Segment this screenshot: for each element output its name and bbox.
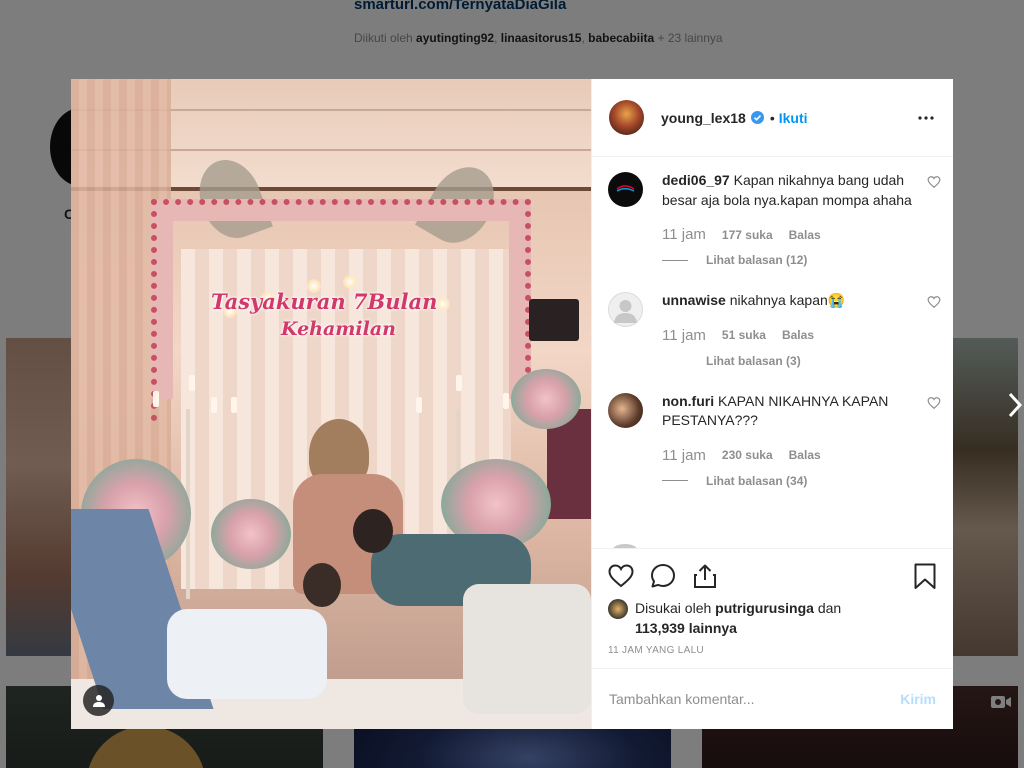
comment-username[interactable]: dedi06_97	[662, 172, 730, 188]
like-heart-icon[interactable]	[608, 564, 634, 588]
comment-time[interactable]: 11 jam	[662, 226, 706, 243]
comment-username[interactable]: unnawise	[662, 292, 726, 308]
like-comment-heart-icon[interactable]	[927, 295, 941, 309]
likes-count[interactable]: 113,939 lainnya	[635, 620, 737, 636]
comment-time[interactable]: 11 jam	[662, 447, 706, 464]
likes-summary: Disukai oleh putrigurusinga dan 113,939 …	[608, 599, 937, 638]
bookmark-icon[interactable]	[913, 563, 937, 590]
author-username[interactable]: young_lex18	[661, 110, 746, 126]
comment-item: dedi06_97 Kapan nikahnya bang udah besar…	[608, 171, 953, 267]
post-comment-button[interactable]: Kirim	[900, 691, 936, 707]
next-post-arrow-icon[interactable]	[1006, 390, 1024, 420]
more-options-icon	[918, 115, 934, 120]
comment-avatar-partial	[612, 544, 638, 548]
comment-avatar[interactable]	[608, 292, 643, 327]
comment-item: unnawise nikahnya kapan😭 11 jam 51 suka …	[608, 291, 953, 368]
comment-text: non.furi KAPAN NIKAHNYA KAPAN PESTANYA??…	[662, 392, 889, 429]
post-timestamp[interactable]: 11 JAM YANG LALU	[608, 645, 937, 656]
comment-likes[interactable]: 51 suka	[722, 328, 766, 342]
view-replies-button[interactable]: Lihat balasan (12)	[662, 253, 917, 267]
comment-avatar[interactable]	[608, 392, 643, 428]
like-comment-heart-icon[interactable]	[927, 175, 941, 189]
user-icon	[92, 694, 105, 707]
author-avatar[interactable]	[609, 100, 644, 135]
view-replies-button[interactable]: Lihat balasan (3)	[662, 354, 917, 368]
post-actions: Disukai oleh putrigurusinga dan 113,939 …	[592, 548, 953, 656]
comment-text: unnawise nikahnya kapan😭	[662, 292, 846, 308]
comment-username[interactable]: non.furi	[662, 393, 714, 409]
view-replies-button[interactable]: Lihat balasan (34)	[662, 474, 917, 488]
tagged-users-button[interactable]	[83, 685, 114, 716]
comment-item: non.furi KAPAN NIKAHNYA KAPAN PESTANYA??…	[608, 392, 953, 488]
reply-button[interactable]: Balas	[789, 228, 821, 242]
post-photo[interactable]: Tasyakuran 7Bulan Kehamilan	[71, 79, 591, 729]
add-comment-bar: Kirim	[592, 668, 953, 729]
verified-badge-icon	[750, 111, 764, 124]
comment-bubble-icon[interactable]	[650, 563, 676, 589]
like-comment-heart-icon[interactable]	[927, 396, 941, 410]
comment-likes[interactable]: 230 suka	[722, 448, 773, 462]
comment-likes[interactable]: 177 suka	[722, 228, 773, 242]
comments-list[interactable]: dedi06_97 Kapan nikahnya bang udah besar…	[592, 157, 953, 548]
follow-button[interactable]: Ikuti	[779, 110, 808, 126]
more-options-button[interactable]	[915, 108, 937, 128]
comment-text: dedi06_97 Kapan nikahnya bang udah besar…	[662, 172, 912, 208]
separator-dot: •	[769, 109, 775, 126]
post-modal: Tasyakuran 7Bulan Kehamilan young_lex18 …	[71, 79, 953, 729]
post-header: young_lex18 • Ikuti	[592, 79, 953, 157]
comment-avatar[interactable]	[608, 172, 643, 207]
liker-avatar[interactable]	[608, 599, 628, 619]
post-side-panel: young_lex18 • Ikuti dedi06_97 Kapan nika…	[591, 79, 953, 729]
comment-input[interactable]	[609, 691, 901, 707]
banner-text: Tasyakuran 7Bulan Kehamilan	[211, 289, 438, 340]
liker-username[interactable]: putrigurusinga	[715, 600, 814, 616]
comment-time[interactable]: 11 jam	[662, 327, 706, 344]
reply-button[interactable]: Balas	[782, 328, 814, 342]
reply-button[interactable]: Balas	[789, 448, 821, 462]
share-icon[interactable]	[692, 563, 718, 589]
